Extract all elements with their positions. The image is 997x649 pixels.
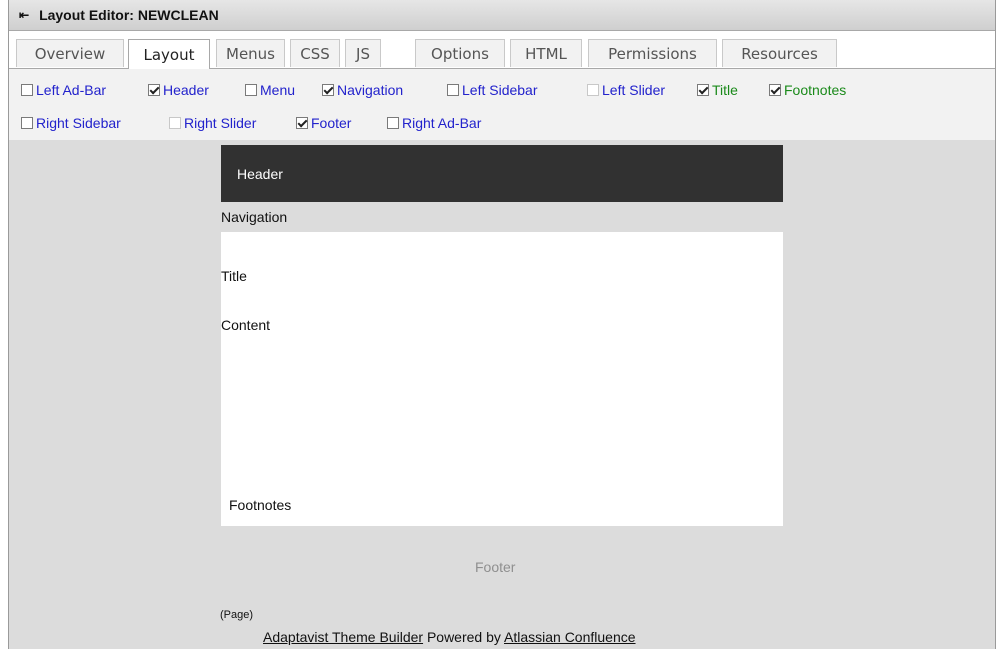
option-footer[interactable]: Footer <box>296 115 351 131</box>
checkbox-checked-icon[interactable] <box>322 84 334 96</box>
checkbox-icon[interactable] <box>21 117 33 129</box>
adaptavist-theme-builder-link[interactable]: Adaptavist Theme Builder <box>263 629 423 645</box>
powered-by-line: Adaptavist Theme Builder Powered by Atla… <box>263 629 636 645</box>
preview-content-region[interactable]: Title Content Footnotes <box>221 232 783 526</box>
tab-resources[interactable]: Resources <box>722 39 837 67</box>
option-left-ad-bar[interactable]: Left Ad-Bar <box>21 82 106 98</box>
checkbox-checked-icon[interactable] <box>148 84 160 96</box>
preview-header-region[interactable]: Header <box>221 145 783 202</box>
preview-content-label: Content <box>221 317 271 333</box>
option-right-sidebar[interactable]: Right Sidebar <box>21 115 121 131</box>
option-menu[interactable]: Menu <box>245 82 295 98</box>
preview-footer-label[interactable]: Footer <box>475 559 515 575</box>
tab-options[interactable]: Options <box>415 39 505 67</box>
powered-by-text: Powered by <box>423 629 504 645</box>
preview-navigation-label[interactable]: Navigation <box>221 209 287 225</box>
checkbox-icon[interactable] <box>387 117 399 129</box>
panel-titlebar: ⇤ Layout Editor: NEWCLEAN <box>9 0 995 31</box>
checkbox-checked-icon[interactable] <box>769 84 781 96</box>
layout-preview-canvas: Header Navigation Title Content Footnote… <box>9 140 995 649</box>
tab-html[interactable]: HTML <box>510 39 582 67</box>
option-footnotes[interactable]: Footnotes <box>769 82 846 98</box>
tab-overview[interactable]: Overview <box>16 39 124 67</box>
tab-layout[interactable]: Layout <box>128 39 210 69</box>
option-title[interactable]: Title <box>697 82 738 98</box>
collapse-arrow-icon[interactable]: ⇤ <box>19 8 29 22</box>
checkbox-icon[interactable] <box>21 84 33 96</box>
tab-menus[interactable]: Menus <box>216 39 285 67</box>
preview-header-label: Header <box>237 165 283 182</box>
preview-footnotes-label: Footnotes <box>229 497 292 513</box>
layout-editor-panel: ⇤ Layout Editor: NEWCLEAN Overview Layou… <box>8 0 996 649</box>
checkbox-icon[interactable] <box>447 84 459 96</box>
option-left-slider[interactable]: Left Slider <box>587 82 665 98</box>
tab-css[interactable]: CSS <box>290 39 340 67</box>
option-left-sidebar[interactable]: Left Sidebar <box>447 82 538 98</box>
checkbox-icon[interactable] <box>169 117 181 129</box>
checkbox-checked-icon[interactable] <box>296 117 308 129</box>
tab-bar: Overview Layout Menus CSS JS Options HTM… <box>9 39 995 69</box>
panel-title: Layout Editor: NEWCLEAN <box>39 7 219 23</box>
preview-page-label: (Page) <box>220 609 254 621</box>
option-right-slider[interactable]: Right Slider <box>169 115 256 131</box>
option-right-ad-bar[interactable]: Right Ad-Bar <box>387 115 481 131</box>
region-options-bar: Left Ad-Bar Header Menu Navigation Left … <box>9 68 995 141</box>
option-header[interactable]: Header <box>148 82 209 98</box>
preview-title-label: Title <box>221 268 247 284</box>
checkbox-icon[interactable] <box>587 84 599 96</box>
tab-permissions[interactable]: Permissions <box>588 39 717 67</box>
checkbox-checked-icon[interactable] <box>697 84 709 96</box>
option-navigation[interactable]: Navigation <box>322 82 403 98</box>
tab-js[interactable]: JS <box>345 39 381 67</box>
checkbox-icon[interactable] <box>245 84 257 96</box>
atlassian-confluence-link[interactable]: Atlassian Confluence <box>504 629 636 645</box>
